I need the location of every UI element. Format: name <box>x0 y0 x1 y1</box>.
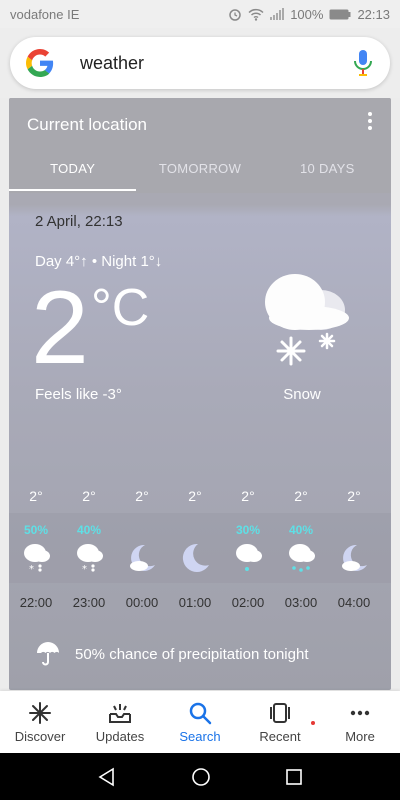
precipitation-text: 50% chance of precipitation tonight <box>75 645 309 663</box>
search-query[interactable]: weather <box>80 53 352 74</box>
hour-time: 02:00 <box>231 595 265 610</box>
carrier-label: vodafone IE <box>10 6 80 22</box>
nav-label: More <box>345 729 375 744</box>
hour-precip: 50% <box>23 523 49 537</box>
search-icon <box>189 702 212 725</box>
current-temperature: 2 <box>31 270 89 386</box>
nav-updates[interactable]: Updates <box>80 691 160 753</box>
nav-label: Updates <box>95 729 145 744</box>
hourly-forecast[interactable]: 2° 50% * 22:00 2° 40% * 23:00 2° 00:00 2… <box>9 483 391 613</box>
rain-cloud-icon <box>289 544 315 572</box>
bottom-nav: Discover Updates Search Recent More <box>0 691 400 753</box>
hour-time: 04:00 <box>337 595 371 610</box>
precipitation-note: 50% chance of precipitation tonight <box>35 641 309 667</box>
home-icon[interactable] <box>191 767 211 787</box>
mic-icon[interactable] <box>352 49 374 77</box>
hour-temp: 2° <box>29 488 43 504</box>
alarm-icon <box>228 7 242 21</box>
hour-precip: 30% <box>235 523 261 537</box>
more-options-icon[interactable] <box>367 112 373 132</box>
svg-text:*: * <box>29 564 34 575</box>
date-time: 2 April, 22:13 <box>35 213 123 230</box>
tab-10-days[interactable]: 10 DAYS <box>264 153 391 193</box>
discover-icon <box>29 702 51 724</box>
status-bar: vodafone IE 100% 22:13 <box>0 0 400 28</box>
card-header: Current location TODAY TOMORROW 10 DAYS <box>9 98 391 193</box>
weather-card: Current location TODAY TOMORROW 10 DAYS … <box>9 98 391 690</box>
nav-recent[interactable]: Recent <box>240 691 320 753</box>
system-nav-bar <box>0 753 400 800</box>
nav-search[interactable]: Search <box>160 691 240 753</box>
location-title: Current location <box>27 115 148 134</box>
hour-temp: 2° <box>135 488 149 504</box>
snow-cloud-icon: * <box>77 544 103 575</box>
hour-time: 23:00 <box>72 595 106 610</box>
condition-label: Snow <box>283 386 321 403</box>
hour-time: 03:00 <box>284 595 318 610</box>
wifi-icon <box>248 8 264 21</box>
recent-notification-dot <box>311 721 315 725</box>
hour-time: 00:00 <box>125 595 159 610</box>
cloud-snow-icon <box>265 274 349 366</box>
moon-icon <box>182 543 209 572</box>
hour-precip: 40% <box>288 523 314 537</box>
updates-icon <box>109 704 131 723</box>
battery-percent: 100% <box>290 6 324 22</box>
hour-temp: 2° <box>347 488 361 504</box>
google-logo-icon <box>26 49 54 77</box>
forecast-tabs: TODAY TOMORROW 10 DAYS <box>9 153 391 193</box>
nav-label: Discover <box>14 729 66 744</box>
feels-like: Feels like -3° <box>35 386 122 403</box>
signal-icon <box>270 8 285 20</box>
hour-temp: 2° <box>241 488 255 504</box>
hour-time: 22:00 <box>19 595 53 610</box>
nav-more[interactable]: More <box>320 691 400 753</box>
moon-cloud-icon <box>130 544 155 571</box>
hour-time: 01:00 <box>178 595 212 610</box>
recent-icon <box>270 703 290 723</box>
status-icons: 100% 22:13 <box>228 7 390 22</box>
nav-label: Recent <box>259 729 301 744</box>
search-area: weather <box>0 28 400 98</box>
nav-discover[interactable]: Discover <box>0 691 80 753</box>
umbrella-icon <box>37 642 59 666</box>
tab-today[interactable]: TODAY <box>9 153 137 193</box>
day-night-temps: Day 4°↑ • Night 1°↓ <box>35 253 163 270</box>
hour-temp: 2° <box>188 488 202 504</box>
hour-temp: 2° <box>82 488 96 504</box>
svg-text:*: * <box>82 564 87 575</box>
hour-temp: 2° <box>294 488 308 504</box>
nav-label: Search <box>179 729 221 744</box>
moon-cloud-icon <box>342 544 367 571</box>
more-icon <box>350 710 370 716</box>
snow-cloud-icon: * <box>24 544 50 575</box>
rain-cloud-icon <box>236 544 262 571</box>
tab-tomorrow[interactable]: TOMORROW <box>136 153 263 193</box>
search-bar[interactable]: weather <box>10 37 390 89</box>
back-icon[interactable] <box>97 767 117 787</box>
overview-icon[interactable] <box>285 768 303 786</box>
temperature-unit[interactable]: °C <box>91 278 149 338</box>
battery-icon <box>329 9 351 20</box>
clock: 22:13 <box>357 6 390 22</box>
hour-precip: 40% <box>76 523 102 537</box>
